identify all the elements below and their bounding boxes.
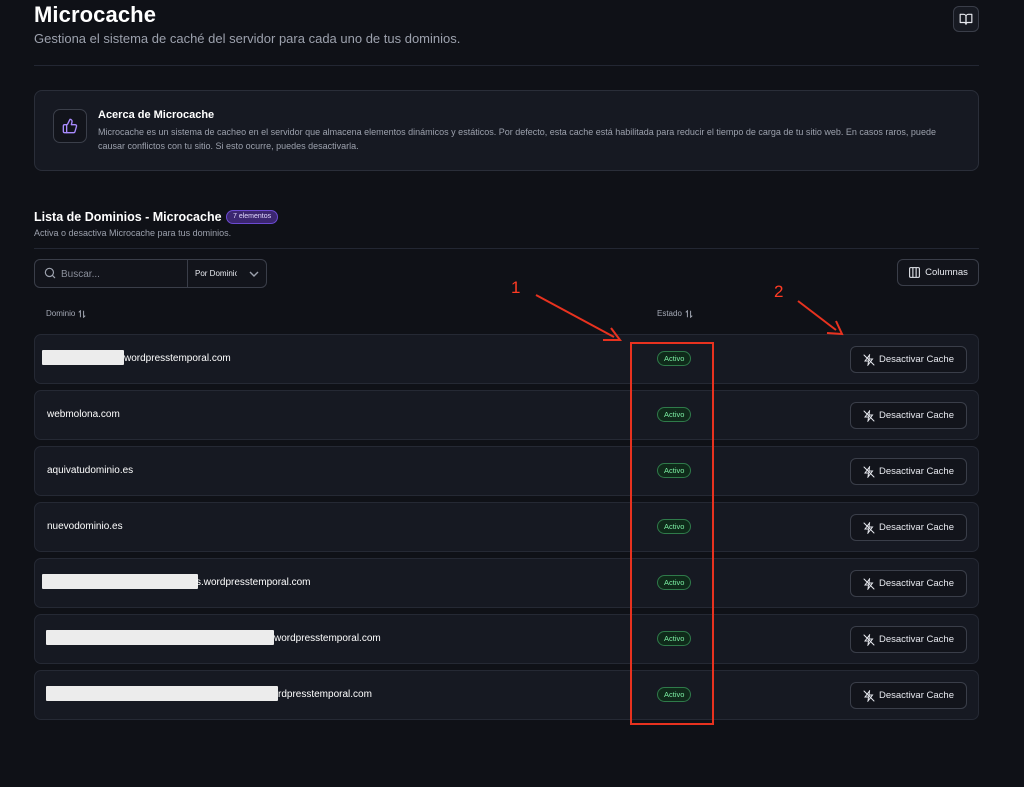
domain-name: aquivatudominio.es	[47, 465, 134, 476]
column-header-domain-label: Dominio	[46, 309, 76, 318]
sort-arrows-icon	[685, 309, 693, 318]
table-row: wordpresstemporal.com Activo Desactivar …	[34, 334, 979, 384]
filter-value: Por Dominio	[195, 269, 237, 278]
count-badge: 7 elementos	[226, 210, 279, 224]
book-open-icon	[959, 13, 973, 25]
info-card: Acerca de Microcache Microcache es un si…	[34, 90, 979, 171]
deactivate-cache-button[interactable]: Desactivar Cache	[850, 626, 967, 653]
info-icon-box	[53, 109, 87, 143]
domain-name: wordpresstemporal.com	[274, 633, 381, 644]
deactivate-cache-button[interactable]: Desactivar Cache	[850, 458, 967, 485]
table-row: wordpresstemporal.com Activo Desactivar …	[34, 614, 979, 664]
deactivate-cache-label: Desactivar Cache	[879, 410, 954, 421]
column-header-domain[interactable]: Dominio	[46, 309, 86, 318]
info-text: Microcache es un sistema de cacheo en el…	[98, 127, 936, 151]
thumbs-up-icon	[62, 118, 78, 134]
deactivate-cache-button[interactable]: Desactivar Cache	[850, 402, 967, 429]
deactivate-cache-label: Desactivar Cache	[879, 578, 954, 589]
sort-arrows-icon	[78, 309, 86, 318]
domain-name: rdpresstemporal.com	[278, 689, 372, 700]
domain-name: s.wordpresstemporal.com	[196, 577, 311, 588]
domain-name: wordpresstemporal.com	[124, 353, 231, 364]
deactivate-cache-label: Desactivar Cache	[879, 634, 954, 645]
annotation-label-1: 1	[511, 278, 521, 297]
deactivate-cache-button[interactable]: Desactivar Cache	[850, 514, 967, 541]
columns-label: Columnas	[925, 267, 968, 278]
zap-off-icon	[863, 521, 875, 534]
deactivate-cache-label: Desactivar Cache	[879, 354, 954, 365]
filter-select[interactable]: Por Dominio	[195, 260, 267, 287]
zap-off-icon	[863, 577, 875, 590]
search-group: Por Dominio	[34, 259, 267, 288]
docs-button[interactable]	[953, 6, 979, 32]
deactivate-cache-label: Desactivar Cache	[879, 690, 954, 701]
search-input[interactable]	[61, 265, 181, 283]
zap-off-icon	[863, 633, 875, 646]
column-header-status[interactable]: Estado	[657, 309, 693, 318]
deactivate-cache-label: Desactivar Cache	[879, 522, 954, 533]
columns-button[interactable]: Columnas	[897, 259, 979, 286]
redacted-block	[46, 630, 274, 645]
domain-name: nuevodominio.es	[47, 521, 123, 532]
info-title: Acerca de Microcache	[98, 109, 215, 121]
header-divider	[34, 65, 979, 66]
list-title: Lista de Dominios - Microcache	[34, 210, 222, 224]
zap-off-icon	[863, 465, 875, 478]
redacted-block	[42, 350, 124, 365]
deactivate-cache-button[interactable]: Desactivar Cache	[850, 346, 967, 373]
zap-off-icon	[863, 353, 875, 366]
redacted-block	[46, 686, 278, 701]
annotation-highlight-box	[630, 342, 714, 725]
column-header-status-label: Estado	[657, 309, 682, 318]
page-subtitle: Gestiona el sistema de caché del servido…	[34, 31, 461, 46]
table-row: webmolona.com Activo Desactivar Cache	[34, 390, 979, 440]
zap-off-icon	[863, 409, 875, 422]
list-subtitle: Activa o desactiva Microcache para tus d…	[34, 228, 232, 238]
table-row: s.wordpresstemporal.com Activo Desactiva…	[34, 558, 979, 608]
chevron-down-icon	[249, 271, 259, 277]
annotation-label-2: 2	[774, 282, 784, 301]
columns-icon	[909, 267, 921, 278]
deactivate-cache-label: Desactivar Cache	[879, 466, 954, 477]
deactivate-cache-button[interactable]: Desactivar Cache	[850, 682, 967, 709]
table-row: rdpresstemporal.com Activo Desactivar Ca…	[34, 670, 979, 720]
list-divider	[34, 248, 979, 249]
zap-off-icon	[863, 689, 875, 702]
table-row: nuevodominio.es Activo Desactivar Cache	[34, 502, 979, 552]
search-separator	[187, 260, 188, 287]
domain-name: webmolona.com	[47, 409, 120, 420]
search-icon	[44, 267, 56, 279]
page-title: Microcache	[34, 2, 157, 27]
deactivate-cache-button[interactable]: Desactivar Cache	[850, 570, 967, 597]
table-row: aquivatudominio.es Activo Desactivar Cac…	[34, 446, 979, 496]
redacted-block	[42, 574, 198, 589]
